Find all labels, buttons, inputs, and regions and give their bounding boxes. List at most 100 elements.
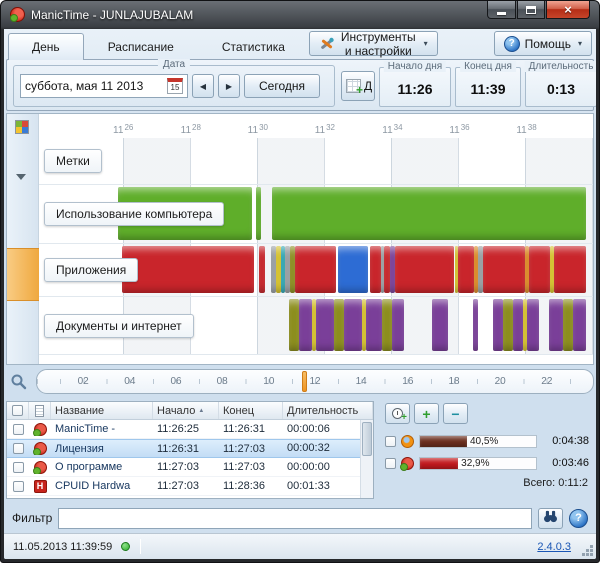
filter-bar: Фильтр ?: [6, 505, 594, 531]
select-all-checkbox[interactable]: [12, 405, 23, 416]
add-button[interactable]: +: [414, 403, 439, 424]
app-icon-manictime: [34, 423, 47, 436]
chevron-down-icon: ▾: [578, 39, 582, 48]
usage-percent: 32,9%: [461, 458, 489, 469]
scrubber-selection[interactable]: [302, 371, 308, 392]
filter-label: Фильтр: [12, 511, 52, 525]
version-link[interactable]: 2.4.0.3: [537, 541, 571, 553]
tab-schedule[interactable]: Расписание: [84, 35, 198, 59]
row-checkbox[interactable]: [385, 458, 396, 469]
manictime-app-icon: [10, 7, 25, 22]
maximize-icon: [526, 6, 536, 14]
tools-settings-label: Инструменты и настройки: [340, 30, 417, 58]
table-row[interactable]: ManicTime - 11:26:25 11:26:31 00:00:06: [7, 420, 373, 439]
minimize-button[interactable]: [487, 1, 516, 19]
app-icon-firefox: [401, 435, 414, 448]
row-label-computer-usage[interactable]: Использование компьютера: [44, 202, 224, 226]
timeline-row-computer-usage[interactable]: Использование компьютера: [39, 185, 593, 244]
row-checkbox[interactable]: [13, 443, 24, 454]
usage-percent: 40,5%: [470, 436, 498, 447]
plus-icon: +: [401, 413, 407, 423]
row-checkbox[interactable]: [13, 481, 24, 492]
manictime-window: ManicTime - JUNLAJUBALAM × День Расписан…: [0, 0, 600, 563]
calendar-icon[interactable]: 15: [167, 78, 183, 94]
close-button[interactable]: ×: [546, 1, 590, 19]
column-header-start[interactable]: Начало▲: [153, 402, 219, 419]
day-scrubber[interactable]: 0204060810121416182022: [36, 369, 594, 394]
duration-label: Длительность: [525, 61, 596, 72]
tools-icon: [319, 36, 335, 52]
search-button[interactable]: [538, 508, 563, 529]
table-row-selected[interactable]: Лицензия 11:26:31 11:27:03 00:00:32: [7, 439, 373, 458]
row-checkbox[interactable]: [13, 462, 24, 473]
maximize-button[interactable]: [517, 1, 545, 19]
row-label-documents[interactable]: Документы и интернет: [44, 314, 194, 338]
timeline-row-tags[interactable]: Метки: [39, 138, 593, 185]
date-group: Дата суббота, мая 11 2013 15 ◀ ▶ Сегодня: [13, 65, 335, 107]
timeline-row-documents[interactable]: Документы и интернет: [39, 297, 593, 355]
table-scrollbar[interactable]: [360, 420, 373, 498]
plus-icon: +: [422, 407, 430, 421]
filter-help-button[interactable]: ?: [569, 509, 588, 528]
date-input[interactable]: суббота, мая 11 2013 15: [20, 74, 188, 98]
row-label-tags[interactable]: Метки: [44, 149, 102, 173]
window-content: День Расписание Статистика Инструменты и…: [4, 29, 596, 559]
row-name: CPUID Hardwa: [51, 480, 153, 492]
window-title: ManicTime - JUNLAJUBALAM: [31, 8, 193, 22]
top-toolbar: Инструменты и настройки ▾ ? Помощь ▾: [309, 31, 592, 59]
app-icon-manictime: [34, 461, 47, 474]
scrollbar-thumb[interactable]: [362, 422, 372, 456]
row-checkbox[interactable]: [385, 436, 396, 447]
row-end: 11:27:03: [219, 461, 283, 473]
tab-bar: День Расписание Статистика Инструменты и…: [8, 31, 592, 59]
today-button[interactable]: Сегодня: [244, 74, 320, 98]
timeline-palette-icon[interactable]: [15, 120, 29, 134]
app-icon-cpuid: H: [34, 480, 47, 493]
resize-grip[interactable]: [581, 544, 593, 556]
next-day-button[interactable]: ▶: [218, 74, 240, 98]
column-header-duration[interactable]: Длительность: [283, 402, 373, 419]
timeline-row-applications[interactable]: Приложения: [39, 244, 593, 297]
column-header-name[interactable]: Название: [51, 402, 153, 419]
row-end: 11:27:03: [219, 443, 283, 455]
summary-row[interactable]: 40,5% 0:04:38: [385, 431, 589, 451]
tab-statistics[interactable]: Статистика: [198, 35, 309, 59]
row-checkbox[interactable]: [13, 424, 24, 435]
table-row[interactable]: О программе 11:27:03 11:27:03 00:00:00: [7, 458, 373, 477]
date-value: суббота, мая 11 2013: [25, 79, 163, 93]
help-button[interactable]: ? Помощь ▾: [494, 31, 592, 56]
table-row[interactable]: H CPUID Hardwa 11:27:03 11:28:36 00:01:3…: [7, 477, 373, 496]
filter-input[interactable]: [58, 508, 532, 529]
collapse-arrow-icon[interactable]: [16, 174, 26, 180]
tools-settings-button[interactable]: Инструменты и настройки ▾: [309, 31, 438, 56]
zoom-magnifier-icon[interactable]: [10, 373, 27, 395]
day-end-value: 11:39: [456, 81, 520, 97]
duration-value: 0:13: [526, 81, 596, 97]
tab-day[interactable]: День: [8, 33, 84, 60]
add-tag-button[interactable]: + Д: [341, 71, 375, 101]
add-clock-button[interactable]: +: [385, 403, 410, 424]
usage-bar-fill: [420, 436, 467, 447]
table-body: ManicTime - 11:26:25 11:26:31 00:00:06 Л…: [7, 420, 373, 496]
help-label: Помощь: [525, 37, 571, 51]
day-start-value: 11:26: [380, 81, 450, 97]
column-header-end[interactable]: Конец: [219, 402, 283, 419]
titlebar[interactable]: ManicTime - JUNLAJUBALAM ×: [1, 1, 599, 29]
selected-row-marker: [7, 248, 39, 301]
prev-day-button[interactable]: ◀: [192, 74, 214, 98]
usage-bar: 40,5%: [419, 435, 537, 448]
usage-bar-fill: [420, 458, 458, 469]
row-label-applications[interactable]: Приложения: [44, 258, 138, 282]
add-tag-label: Д: [364, 79, 372, 93]
remove-button[interactable]: −: [443, 403, 468, 424]
usage-time: 0:03:46: [552, 457, 589, 469]
status-datetime: 11.05.2013 11:39:59: [13, 541, 112, 553]
activity-table: Название Начало▲ Конец Длительность Mani…: [6, 401, 374, 499]
summary-panel: + + − 40,5% 0:04:38: [380, 401, 594, 501]
status-bar: 11.05.2013 11:39:59 2.4.0.3: [4, 533, 596, 559]
status-green-dot: [121, 542, 130, 551]
day-start-label: Начало дня: [384, 61, 446, 72]
day-start-box: Начало дня 11:26: [379, 67, 451, 107]
close-icon: ×: [564, 3, 572, 16]
summary-row[interactable]: 32,9% 0:03:46: [385, 453, 589, 473]
